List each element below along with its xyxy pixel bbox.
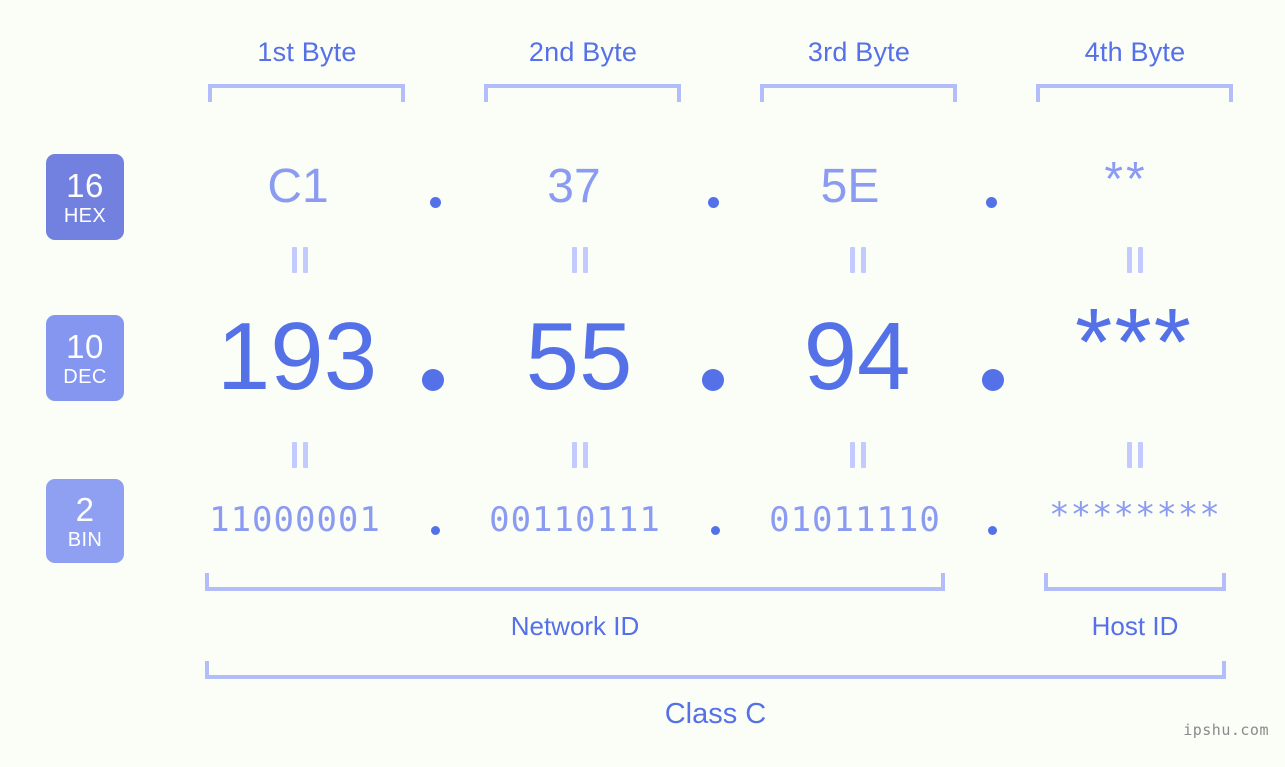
equals-connector-1-bottom bbox=[289, 442, 311, 468]
class-label: Class C bbox=[664, 698, 767, 730]
byte-bracket-3 bbox=[760, 84, 957, 102]
equals-connector-2-bottom bbox=[569, 442, 591, 468]
byte-header-3: 3rd Byte bbox=[807, 37, 911, 67]
dec-byte-3: 94 bbox=[803, 303, 911, 410]
dec-dot-1 bbox=[422, 369, 444, 391]
radix-badge-bin-name: BIN bbox=[67, 528, 103, 551]
bin-byte-2: 00110111 bbox=[489, 500, 661, 540]
byte-header-1: 1st Byte bbox=[257, 37, 357, 67]
dec-byte-2: 55 bbox=[525, 303, 633, 410]
equals-connector-2-top bbox=[569, 247, 591, 273]
ip-breakdown-diagram: 1st Byte 2nd Byte 3rd Byte 4th Byte 16 H… bbox=[0, 0, 1285, 767]
hex-byte-4: ** bbox=[1104, 153, 1148, 206]
dec-byte-4: *** bbox=[1074, 289, 1194, 396]
radix-badge-hex-name: HEX bbox=[63, 204, 107, 227]
radix-badge-hex-number: 16 bbox=[66, 166, 104, 204]
bin-byte-1: 11000001 bbox=[209, 500, 381, 540]
byte-bracket-4 bbox=[1036, 84, 1233, 102]
radix-badge-dec: 10 DEC bbox=[46, 315, 124, 401]
radix-badge-dec-number: 10 bbox=[66, 327, 104, 365]
bin-byte-4: ******** bbox=[1049, 495, 1221, 535]
network-id-bracket bbox=[205, 573, 945, 591]
network-id-label: Network ID bbox=[510, 611, 640, 641]
bin-dot-2 bbox=[711, 526, 720, 535]
host-id-bracket bbox=[1044, 573, 1226, 591]
byte-bracket-1 bbox=[208, 84, 405, 102]
bin-dot-1 bbox=[431, 526, 440, 535]
bin-dot-3 bbox=[988, 526, 997, 535]
radix-badge-hex: 16 HEX bbox=[46, 154, 124, 240]
equals-connector-3-top bbox=[847, 247, 869, 273]
hex-dot-2 bbox=[708, 197, 719, 208]
dec-dot-3 bbox=[982, 369, 1004, 391]
radix-badge-dec-name: DEC bbox=[63, 365, 107, 388]
dec-byte-1: 193 bbox=[216, 303, 378, 410]
class-bracket bbox=[205, 661, 1226, 679]
hex-dot-1 bbox=[430, 197, 441, 208]
byte-header-4: 4th Byte bbox=[1084, 37, 1186, 67]
hex-dot-3 bbox=[986, 197, 997, 208]
equals-connector-3-bottom bbox=[847, 442, 869, 468]
hex-byte-3: 5E bbox=[820, 160, 880, 213]
byte-bracket-2 bbox=[484, 84, 681, 102]
equals-connector-4-top bbox=[1124, 247, 1146, 273]
hex-byte-2: 37 bbox=[547, 160, 601, 213]
equals-connector-4-bottom bbox=[1124, 442, 1146, 468]
dec-dot-2 bbox=[702, 369, 724, 391]
hex-byte-1: C1 bbox=[267, 160, 329, 213]
equals-connector-1-top bbox=[289, 247, 311, 273]
radix-badge-bin-number: 2 bbox=[75, 490, 95, 528]
radix-badge-bin: 2 BIN bbox=[46, 479, 124, 563]
byte-header-2: 2nd Byte bbox=[528, 37, 638, 67]
host-id-label: Host ID bbox=[1091, 611, 1179, 641]
watermark: ipshu.com bbox=[1183, 721, 1269, 739]
bin-byte-3: 01011110 bbox=[769, 500, 941, 540]
